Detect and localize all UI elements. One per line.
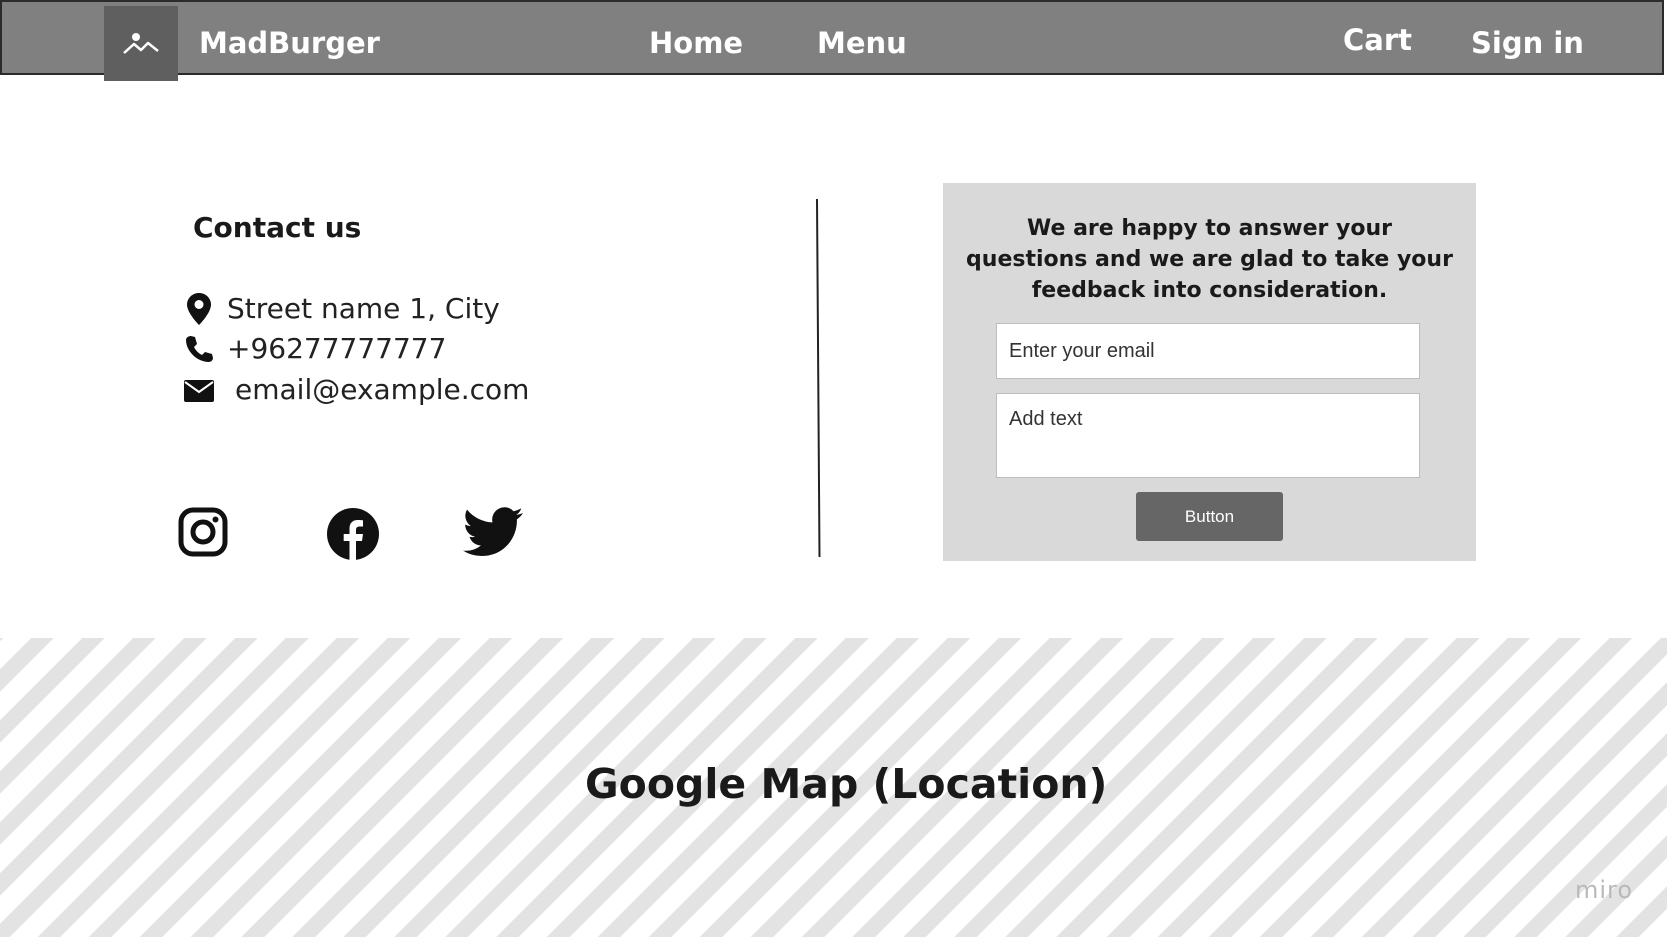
email-text: email@example.com — [235, 373, 530, 406]
envelope-icon — [184, 375, 214, 405]
map-label: Google Map (Location) — [585, 760, 1108, 808]
nav-menu-link[interactable]: Menu — [817, 26, 907, 60]
map-placeholder[interactable]: Google Map (Location) miro — [0, 638, 1667, 937]
submit-button[interactable]: Button — [1136, 492, 1283, 541]
image-placeholder-icon — [123, 32, 159, 54]
email-row: email@example.com — [184, 373, 529, 406]
contact-title: Contact us — [193, 211, 362, 244]
message-textarea[interactable] — [996, 393, 1420, 478]
nav-sign-in-link[interactable]: Sign in — [1471, 26, 1584, 60]
top-navbar: MadBurger Home Menu Cart Sign in — [0, 0, 1664, 81]
phone-text: +96277777777 — [227, 332, 447, 365]
logo-placeholder[interactable] — [104, 6, 178, 81]
contact-form-panel: We are happy to answer your questions an… — [943, 183, 1476, 561]
miro-watermark: miro — [1575, 876, 1634, 904]
form-message: We are happy to answer your questions an… — [966, 216, 1453, 303]
phone-row: +96277777777 — [184, 332, 446, 365]
address-text: Street name 1, City — [227, 292, 500, 325]
vertical-divider — [816, 198, 821, 557]
brand-name[interactable]: MadBurger — [199, 26, 380, 60]
nav-cart-link[interactable]: Cart — [1343, 23, 1412, 57]
location-pin-icon — [184, 292, 214, 325]
phone-icon — [184, 334, 214, 364]
facebook-icon[interactable] — [326, 507, 380, 565]
nav-home-link[interactable]: Home — [649, 26, 743, 60]
twitter-icon[interactable] — [462, 507, 524, 563]
address-row: Street name 1, City — [184, 292, 500, 325]
instagram-icon[interactable] — [178, 507, 228, 561]
email-input[interactable] — [996, 323, 1420, 379]
